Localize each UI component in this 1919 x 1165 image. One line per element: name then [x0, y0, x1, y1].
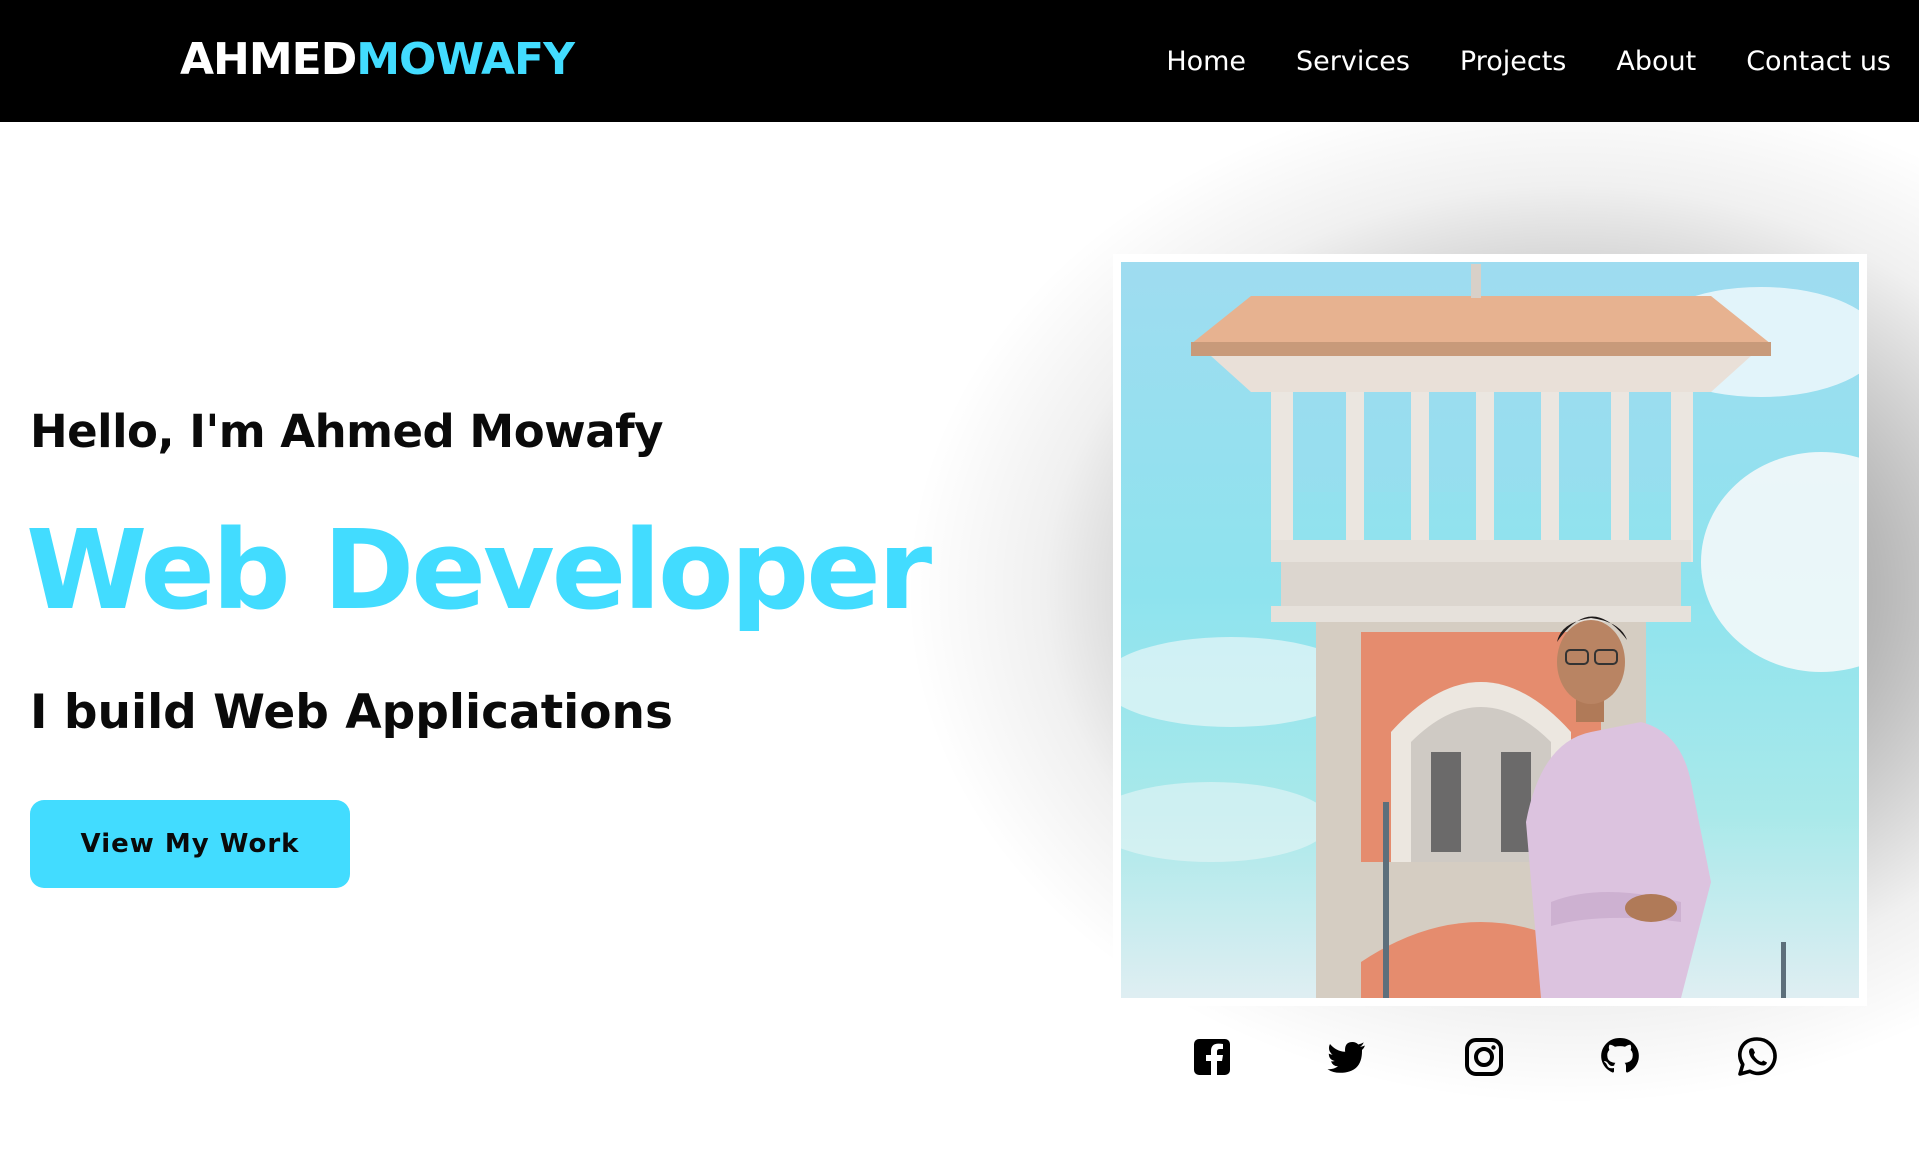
site-logo[interactable]: AHMEDMOWAFY: [180, 30, 575, 90]
nav-link-contact[interactable]: Contact us: [1746, 46, 1891, 77]
navbar: AHMEDMOWAFY Home Services Projects About…: [0, 0, 1919, 122]
social-links: [1180, 1035, 1800, 1085]
facebook-icon[interactable]: [1190, 1035, 1234, 1079]
view-my-work-button[interactable]: View My Work: [30, 800, 350, 888]
logo-last-name: MOWAFY: [356, 34, 575, 85]
twitter-icon[interactable]: [1325, 1035, 1369, 1079]
portrait-illustration: [1121, 264, 1859, 998]
nav-link-services[interactable]: Services: [1296, 46, 1410, 77]
nav-link-home[interactable]: Home: [1166, 46, 1246, 77]
hero-role: Web Developer: [26, 506, 932, 634]
hero-greeting: Hello, I'm Ahmed Mowafy: [30, 405, 663, 458]
nav-links: Home Services Projects About Contact us: [1116, 0, 1891, 122]
logo-first-name: AHMED: [180, 34, 357, 85]
photo-frame: [1113, 254, 1867, 1006]
github-icon[interactable]: [1598, 1035, 1642, 1079]
whatsapp-icon[interactable]: [1735, 1035, 1779, 1079]
nav-link-about[interactable]: About: [1616, 46, 1696, 77]
instagram-icon[interactable]: [1462, 1035, 1506, 1079]
nav-link-projects[interactable]: Projects: [1460, 46, 1566, 77]
hero-tagline: I build Web Applications: [30, 685, 673, 740]
portrait-photo: [1121, 262, 1859, 998]
